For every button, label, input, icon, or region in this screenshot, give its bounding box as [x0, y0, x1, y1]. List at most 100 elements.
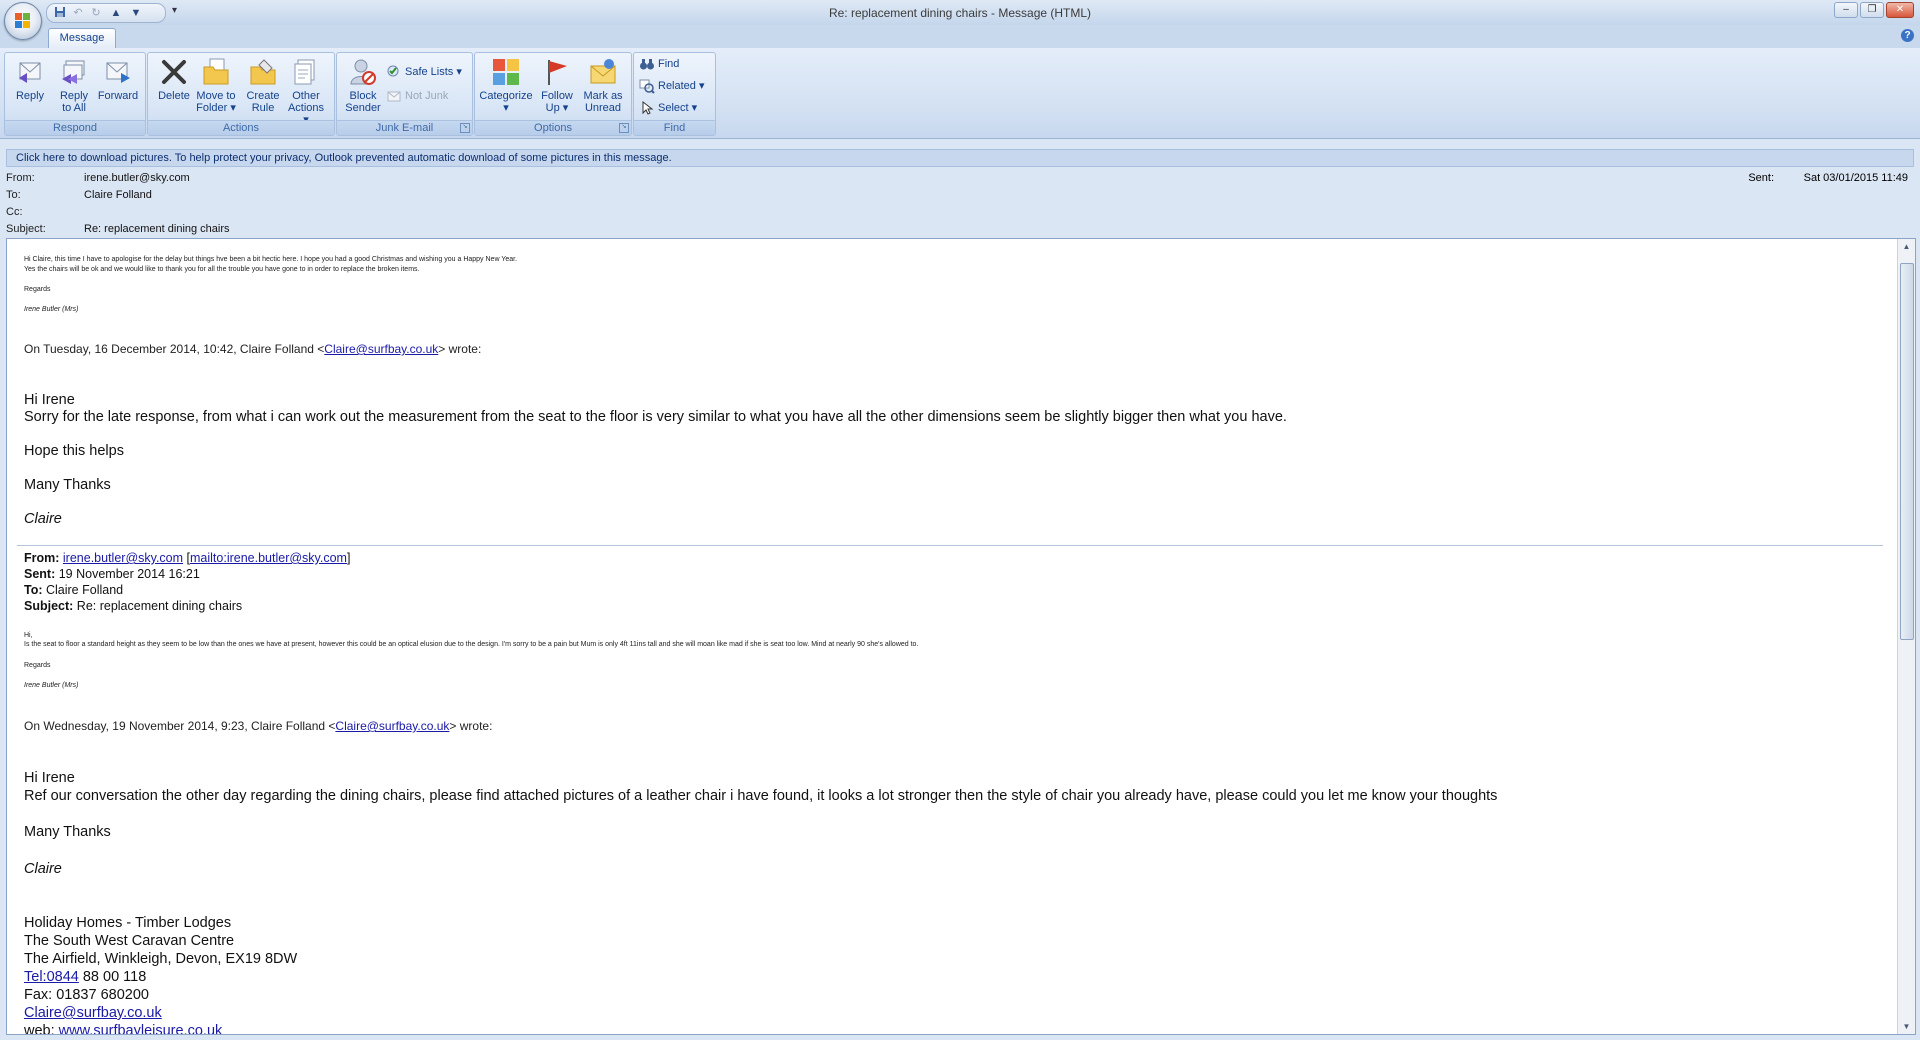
- scrollbar-thumb[interactable]: [1900, 263, 1914, 640]
- title-bar: ↶ ↻ ▲ ▼ ▾ Re: replacement dining chairs …: [0, 0, 1920, 26]
- tab-message[interactable]: Message: [48, 28, 116, 49]
- signature-irene-2: Irene Butler (Mrs): [24, 682, 79, 689]
- select-dropdown-icon: ▾: [688, 102, 698, 114]
- categorize-button[interactable]: Categorize ▾: [478, 55, 534, 117]
- sent-value: Sat 03/01/2015 11:49: [1803, 172, 1908, 184]
- create-rule-label-1: Create: [246, 90, 280, 102]
- quoted-from-label: From:: [24, 551, 60, 565]
- select-button[interactable]: Select ▾: [638, 99, 697, 117]
- scroll-up-arrow-icon[interactable]: ▲: [1898, 239, 1915, 254]
- reply-all-label-2: to All: [62, 102, 86, 114]
- not-junk-label: Not Junk: [405, 90, 449, 102]
- company-tel: Tel:0844 88 00 118: [24, 969, 146, 985]
- ribbon-tab-row: Message ?: [0, 25, 1920, 49]
- web-prefix: web:: [24, 1023, 59, 1034]
- not-junk-icon: [386, 88, 402, 104]
- quoted-to-label: To:: [24, 583, 43, 597]
- categorize-dropdown-icon: ▾: [503, 102, 509, 114]
- download-pictures-infobar[interactable]: Click here to download pictures. To help…: [6, 149, 1914, 167]
- quoted-from-email-link[interactable]: irene.butler@sky.com: [63, 551, 183, 565]
- reply-all-button[interactable]: Reply to All: [52, 55, 96, 117]
- wrote1-suffix: > wrote:: [438, 342, 482, 356]
- tel-number: 88 00 118: [78, 969, 147, 985]
- related-button[interactable]: Related ▾: [638, 77, 705, 95]
- restore-button[interactable]: ❐: [1860, 2, 1884, 18]
- related-dropdown-icon: ▾: [695, 80, 705, 92]
- group-find: Find Related ▾ Select ▾ Find: [633, 52, 716, 136]
- quoted-sent-value: 19 November 2014 16:21: [55, 567, 200, 581]
- message-body[interactable]: Hi Claire, this time I have to apologise…: [6, 238, 1916, 1035]
- block-sender-icon: [348, 57, 378, 87]
- quoted-subject-value: Re: replacement dining chairs: [73, 599, 243, 613]
- to-value[interactable]: Claire Folland: [84, 189, 152, 201]
- claire-signature-1: Claire: [24, 511, 62, 527]
- create-rule-button[interactable]: Create Rule: [241, 55, 285, 117]
- quoted-header-1: On Tuesday, 16 December 2014, 10:42, Cla…: [24, 342, 481, 356]
- follow-up-label-1: Follow: [541, 90, 573, 102]
- office-button[interactable]: [4, 2, 42, 40]
- move-dropdown-icon: ▾: [227, 102, 236, 114]
- categorize-icon: [491, 57, 521, 87]
- close-button[interactable]: ✕: [1886, 2, 1914, 18]
- wrote1-prefix: On Tuesday, 16 December 2014, 10:42, Cla…: [24, 342, 325, 356]
- hope-text: Hope this helps: [24, 443, 124, 459]
- find-button[interactable]: Find: [638, 55, 679, 73]
- select-label: Select: [658, 102, 689, 114]
- many-thanks-1: Many Thanks: [24, 477, 111, 493]
- not-junk-button[interactable]: Not Junk: [385, 87, 448, 105]
- reply-button[interactable]: Reply: [8, 55, 52, 117]
- move-to-folder-button[interactable]: Move to Folder ▾: [194, 55, 238, 117]
- mark-as-unread-button[interactable]: Mark as Unread: [581, 55, 625, 117]
- wrote1-email-link[interactable]: Claire@surfbay.co.uk: [324, 342, 438, 356]
- reply-all-icon: [59, 57, 89, 87]
- create-rule-label-2: Rule: [251, 102, 275, 114]
- web-link[interactable]: www.surfbayleisure.co.uk: [59, 1023, 223, 1034]
- wrote2-prefix: On Wednesday, 19 November 2014, 9:23, Cl…: [24, 719, 336, 733]
- scroll-down-arrow-icon[interactable]: ▼: [1898, 1019, 1915, 1034]
- group-respond: Reply Reply to All Forward Respond: [4, 52, 146, 136]
- safe-lists-label: Safe Lists: [405, 66, 454, 78]
- many-thanks-2: Many Thanks: [24, 824, 111, 840]
- wrote2-email-link[interactable]: Claire@surfbay.co.uk: [335, 719, 449, 733]
- block-sender-label-2: Sender: [345, 102, 381, 114]
- safe-lists-button[interactable]: Safe Lists ▾: [385, 63, 462, 81]
- move-to-folder-icon: [201, 57, 231, 87]
- mark-unread-icon: [588, 57, 618, 87]
- other-actions-icon: [291, 57, 321, 87]
- subject-label: Subject:: [6, 223, 46, 235]
- forward-button[interactable]: Forward: [96, 55, 140, 117]
- reply-all-label-1: Reply: [59, 90, 89, 102]
- office-logo-icon: [15, 13, 31, 29]
- follow-up-button[interactable]: Follow Up ▾: [535, 55, 579, 117]
- binoculars-icon: [639, 56, 655, 72]
- delete-button[interactable]: Delete: [152, 55, 196, 117]
- window-title: Re: replacement dining chairs - Message …: [828, 6, 1092, 20]
- related-icon: [639, 78, 655, 94]
- quoted-from: From: irene.butler@sky.com [mailto:irene…: [24, 551, 351, 565]
- reply-text-line-2: Yes the chairs will be ok and we would l…: [24, 266, 420, 273]
- other-actions-button[interactable]: Other Actions ▾: [284, 55, 328, 126]
- quoted-to-value: Claire Folland: [42, 583, 124, 597]
- block-sender-button[interactable]: Block Sender: [341, 55, 385, 117]
- company-address: The Airfield, Winkleigh, Devon, EX19 8DW: [24, 951, 298, 967]
- quoted-subject-label: Subject:: [24, 599, 74, 613]
- forward-label: Forward: [97, 90, 139, 102]
- follow-up-label-2: Up: [545, 102, 560, 114]
- categorize-label: Categorize: [479, 90, 533, 102]
- tel-link[interactable]: Tel:0844: [24, 969, 79, 985]
- quoted-from-mailto-link[interactable]: mailto:irene.butler@sky.com: [190, 551, 347, 565]
- from-value[interactable]: irene.butler@sky.com: [84, 172, 190, 184]
- options-dialog-launcher-icon[interactable]: ↘: [619, 123, 629, 133]
- from-label: From:: [6, 172, 35, 184]
- minimize-button[interactable]: –: [1834, 2, 1858, 18]
- company-email-link[interactable]: Claire@surfbay.co.uk: [24, 1005, 162, 1021]
- irene-hi: Hi,: [24, 632, 33, 639]
- create-rule-icon: [248, 57, 278, 87]
- other-actions-label-1: Other: [292, 90, 320, 102]
- junk-dialog-launcher-icon[interactable]: ↘: [460, 123, 470, 133]
- irene-message-2: Is the seat to floor a standard height a…: [24, 641, 919, 648]
- reply-label: Reply: [15, 90, 45, 102]
- vertical-scrollbar[interactable]: ▲ ▼: [1897, 239, 1915, 1034]
- help-icon[interactable]: ?: [1901, 29, 1914, 42]
- mark-unread-label-2: Unread: [584, 102, 622, 114]
